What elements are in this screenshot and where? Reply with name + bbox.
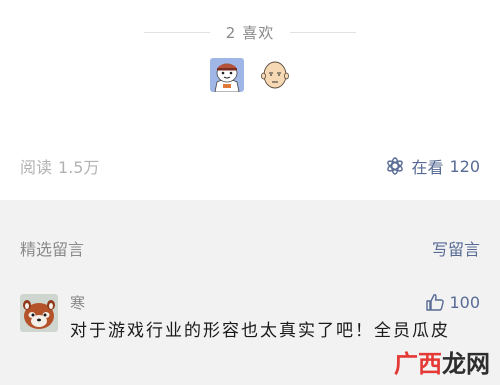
- read-count-label: 阅读: [20, 158, 53, 177]
- read-count: 阅读 1.5万: [20, 154, 99, 178]
- likes-section: 2 喜欢 阅读 1.5万 在看 120: [0, 0, 500, 200]
- thumbs-up-icon: [426, 294, 445, 311]
- looking-button[interactable]: 在看 120: [385, 154, 480, 178]
- site-watermark: 广西 龙网: [394, 344, 490, 379]
- comment-author: 寒: [70, 294, 86, 312]
- looking-value: 120: [449, 156, 480, 176]
- likes-count-number: 2: [225, 24, 237, 42]
- read-count-value: 1.5万: [58, 158, 100, 177]
- red-panda-avatar[interactable]: [20, 294, 58, 332]
- comments-title: 精选留言: [20, 240, 85, 259]
- cartoon-cat-avatar[interactable]: [210, 58, 244, 92]
- likes-count[interactable]: 2 喜欢: [226, 22, 275, 43]
- divider-right: [290, 32, 357, 33]
- likes-count-label: 喜欢: [242, 24, 275, 42]
- write-comment-button[interactable]: 写留言: [432, 236, 480, 260]
- comment-like-count: 100: [449, 292, 480, 312]
- bald-hero-avatar[interactable]: [258, 58, 292, 92]
- looking-label: 在看: [411, 158, 444, 177]
- stats-row: 阅读 1.5万 在看 120: [20, 153, 480, 179]
- divider-left: [143, 32, 210, 33]
- comments-header: 精选留言 写留言: [20, 236, 480, 260]
- looking-flower-icon: [387, 157, 404, 175]
- likes-header: 2 喜欢: [0, 22, 500, 43]
- like-avatars: [210, 58, 292, 92]
- comment-like-button[interactable]: 100: [425, 292, 480, 312]
- comment-text: 对于游戏行业的形容也太真实了吧！全员瓜皮: [70, 321, 450, 341]
- watermark-part2: 龙网: [442, 350, 490, 378]
- comments-section: 精选留言 写留言 寒 100 对于游戏行业的形容也太真实了吧！全员瓜皮 广西 龙…: [0, 200, 500, 385]
- watermark-part1: 广西: [394, 350, 442, 378]
